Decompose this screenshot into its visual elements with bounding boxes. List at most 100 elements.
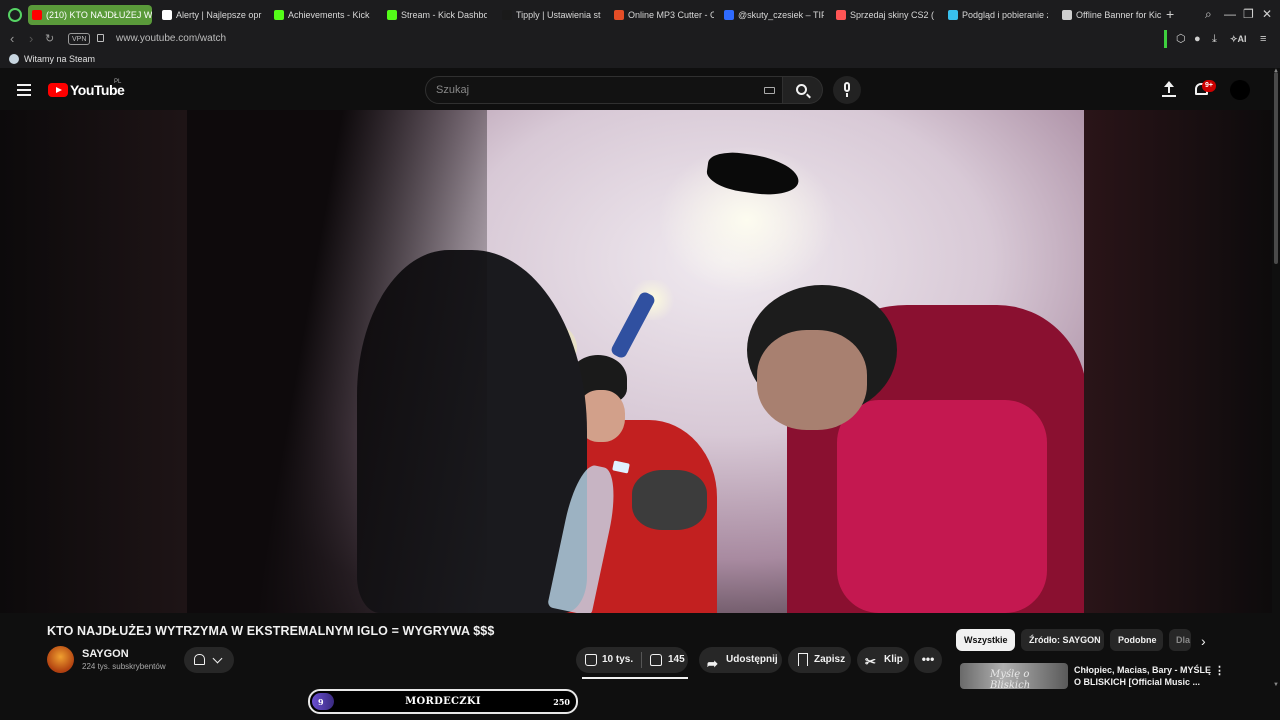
recommendation-menu-icon[interactable]: ⋮ (1214, 664, 1225, 678)
search-button[interactable] (783, 76, 823, 104)
minimize-button[interactable]: — (1224, 7, 1236, 21)
tab-favicon-icon (948, 10, 958, 20)
video-player[interactable] (0, 110, 1272, 613)
share-button[interactable]: Udostępnij (699, 647, 782, 677)
url-field[interactable]: www.youtube.com/watch (116, 32, 226, 46)
scrollbar-thumb[interactable] (1274, 72, 1278, 264)
scissors-icon: ✂ (865, 654, 876, 669)
tab-favicon-icon (502, 10, 512, 20)
hamburger-menu-icon[interactable] (17, 84, 31, 96)
youtube-logo-icon[interactable] (48, 83, 68, 97)
scroll-down-icon[interactable]: ▼ (1273, 682, 1279, 688)
profile-icon[interactable]: ● (1194, 32, 1201, 46)
browser-tab-bar: (210) KTO NAJDŁUŻEJ W Alerty | Najlepsze … (0, 0, 1280, 30)
share-label: Udostępnij (726, 654, 778, 665)
dislike-count[interactable]: 145 (668, 647, 685, 673)
ai-button[interactable]: ✧AI (1230, 32, 1247, 46)
tab-favicon-icon (1062, 10, 1072, 20)
ambient-left (0, 110, 187, 613)
browser-tab[interactable]: (210) KTO NAJDŁUŻEJ W (28, 5, 152, 25)
tab-label: Tipply | Ustawienia st (516, 10, 601, 20)
video-title: KTO NAJDŁUŻEJ WYTRZYMA W EKSTREMALNYM IG… (47, 624, 495, 638)
tab-favicon-icon (162, 10, 172, 20)
like-count[interactable]: 10 tys. (602, 647, 633, 673)
tab-label: @skuty_czesiek – TIP (738, 10, 824, 20)
youtube-header: YouTube PL 9+ (0, 68, 1280, 110)
recommendation-thumbnail[interactable]: Myślę o Bliskich (960, 663, 1068, 689)
ambient-right (1084, 110, 1272, 613)
like-divider (641, 652, 642, 668)
chip-all[interactable]: Wszystkie (956, 629, 1015, 651)
tab-favicon-icon (387, 10, 397, 20)
voice-search-button[interactable] (833, 76, 861, 104)
browser-tab[interactable]: Tipply | Ustawienia st (498, 5, 602, 25)
browser-tab[interactable]: Achievements - Kick (270, 5, 374, 25)
download-icon[interactable]: ⤓ (1212, 32, 1217, 46)
opera-logo-icon[interactable] (8, 8, 22, 22)
browser-tab[interactable]: Online MP3 Cutter - C (610, 5, 714, 25)
scroll-up-icon[interactable]: ▲ (1273, 68, 1279, 74)
channel-name[interactable]: SAYGON (82, 647, 129, 661)
back-icon[interactable]: ‹ (10, 31, 14, 47)
subscriber-count: 224 tys. subskrybentów (82, 662, 166, 671)
forward-icon[interactable]: › (29, 31, 33, 47)
mic-icon (844, 82, 850, 92)
reload-icon[interactable]: ↻ (45, 31, 54, 47)
like-icon[interactable] (585, 654, 597, 666)
dislike-icon[interactable] (650, 654, 662, 666)
like-underline (582, 677, 688, 679)
tab-label: Online MP3 Cutter - C (628, 10, 714, 20)
video-frame[interactable] (187, 110, 1084, 613)
tab-label: Stream - Kick Dashbo (401, 10, 487, 20)
bookmark-label: Witamy na Steam (24, 54, 96, 64)
tab-label: Achievements - Kick (288, 10, 370, 20)
more-actions-button[interactable]: ••• (914, 647, 942, 673)
search-input[interactable] (436, 77, 756, 103)
tab-favicon-icon (274, 10, 284, 20)
upload-icon[interactable] (1162, 81, 1176, 97)
search-box (425, 76, 783, 104)
chip-related[interactable]: Podobne (1110, 629, 1163, 651)
channel-avatar[interactable] (47, 646, 74, 673)
notification-badge: 9+ (1202, 80, 1216, 92)
new-tab-button[interactable]: + (1166, 7, 1174, 21)
tab-label: Sprzedaj skiny CS2 ( (850, 10, 935, 20)
browser-tab[interactable]: Alerty | Najlepsze opr (158, 5, 262, 25)
bookmark-icon (798, 653, 808, 666)
tab-search-icon[interactable]: ⌕ (1205, 7, 1212, 21)
save-button[interactable]: Zapisz (788, 647, 851, 673)
keyboard-icon[interactable] (764, 87, 775, 94)
menu-icon[interactable]: ≡ (1260, 32, 1266, 46)
tab-label: Alerty | Najlepsze opr (176, 10, 262, 20)
chevron-right-icon[interactable]: › (1201, 632, 1206, 650)
country-code: PL (114, 79, 122, 85)
chip-for-you[interactable]: Dla (1169, 629, 1191, 651)
browser-tab[interactable]: Offline Banner for Kic (1058, 5, 1162, 25)
lock-icon[interactable] (97, 34, 104, 42)
avatar[interactable] (1230, 80, 1250, 100)
browser-tab[interactable]: Stream - Kick Dashbo (383, 5, 487, 25)
browser-tab[interactable]: Sprzedaj skiny CS2 ( (832, 5, 936, 25)
save-label: Zapisz (814, 654, 846, 665)
recommendation-title[interactable]: Chłopiec, Macias, Bary - MYŚLĘ O BLISKIC… (1074, 664, 1214, 688)
close-window-button[interactable]: ✕ (1262, 7, 1272, 21)
tab-favicon-icon (614, 10, 624, 20)
vpn-badge[interactable]: VPN (68, 33, 91, 45)
ai-label: AI (1237, 34, 1247, 44)
share-icon (707, 651, 718, 677)
tab-favicon-icon (836, 10, 846, 20)
clip-button[interactable]: ✂ Klip (857, 647, 909, 673)
browser-tab[interactable]: @skuty_czesiek – TIP (720, 5, 824, 25)
chevron-down-icon (212, 653, 223, 664)
bell-icon (194, 654, 205, 665)
tab-label: Podgląd i pobieranie z (962, 10, 1048, 20)
like-dislike-group: 10 tys. 145 (576, 647, 688, 673)
chip-source[interactable]: Źródło: SAYGON (1021, 629, 1104, 651)
browser-tab[interactable]: Podgląd i pobieranie z (944, 5, 1048, 25)
goal-label: MORDECZKI (405, 696, 481, 707)
restore-button[interactable]: ❐ (1243, 7, 1254, 21)
extension-icon[interactable]: ⬡ (1176, 32, 1186, 46)
subscription-bell-button[interactable] (184, 647, 234, 673)
extensions-divider (1164, 30, 1167, 48)
bookmark-steam[interactable]: Witamy na Steam (9, 52, 95, 66)
